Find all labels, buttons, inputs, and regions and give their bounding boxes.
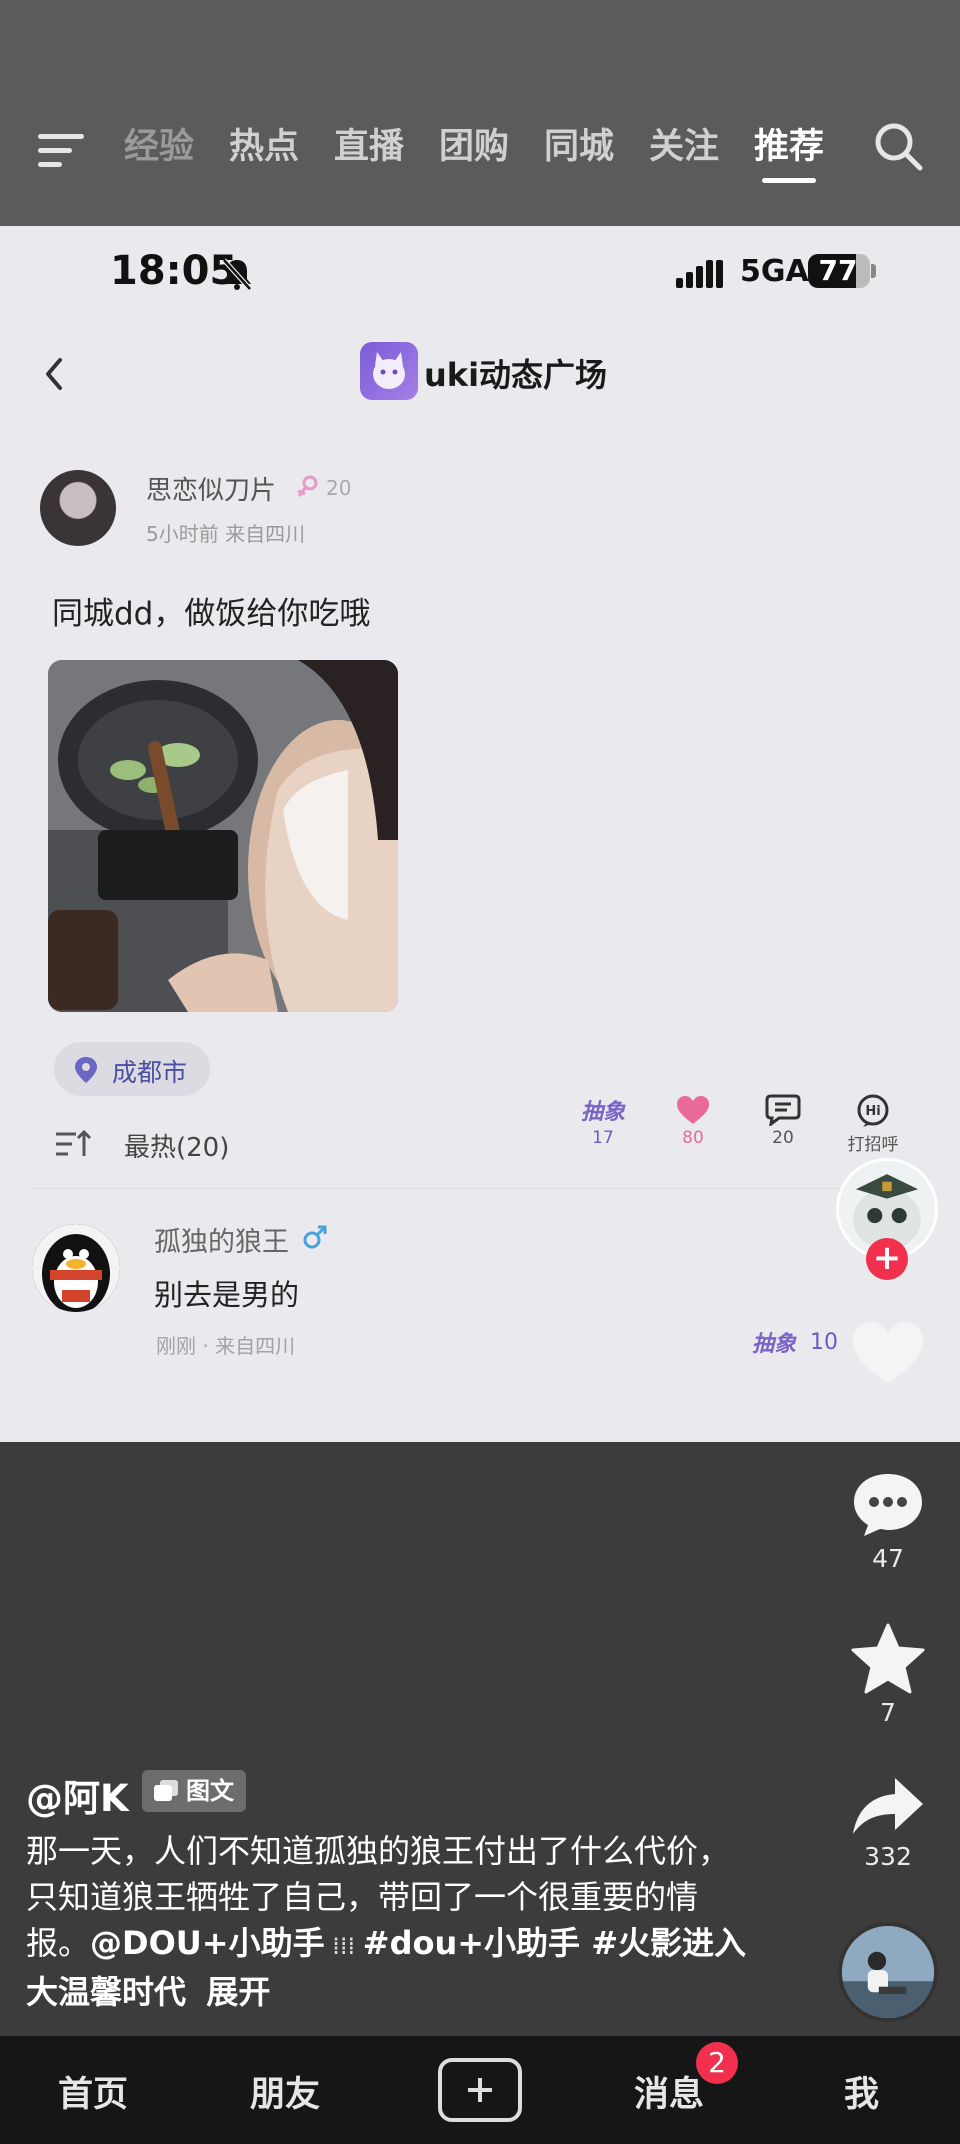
page-title: uki动态广场 <box>424 356 608 394</box>
caption-text: 那一天，人们不知道孤独的狼王付出了什么代价，只知道狼王牺牲了自己，带回了一个很重… <box>26 1832 747 2011</box>
caption-mention[interactable]: @DOU+小助手 <box>90 1924 325 1962</box>
tab-live[interactable]: 直播 <box>334 112 439 182</box>
hi-bubble-icon: Hi <box>857 1094 889 1127</box>
caption-author[interactable]: @阿K <box>26 1768 129 1822</box>
search-icon[interactable] <box>872 120 926 174</box>
commenter-avatar[interactable] <box>32 1224 120 1312</box>
abstract-count: 17 <box>592 1128 614 1148</box>
location-text: 成都市 <box>112 1058 188 1087</box>
status-bar: 18:05 5GA 77 <box>0 244 960 304</box>
create-plus-button[interactable] <box>438 2058 522 2122</box>
comment-action[interactable]: 47 <box>836 1470 940 1573</box>
favorite-action[interactable]: 7 <box>836 1622 940 1727</box>
comment-bubble-icon <box>765 1094 801 1126</box>
greet-stat[interactable]: Hi 打招呼 <box>838 1094 908 1155</box>
location-pin-icon <box>75 1057 97 1083</box>
comment-icon <box>854 1474 922 1536</box>
top-header: 经验 热点 直播 团购 同城 关注 推荐 <box>0 0 960 226</box>
post-image-screenshot: 18:05 5GA 77 uki动态广场 思恋似刀片 20 5小时前 来自四川 … <box>0 226 960 1442</box>
location-tag[interactable]: 成都市 <box>54 1042 210 1096</box>
tab-experience[interactable]: 经验 <box>124 112 229 182</box>
comment-text: 别去是男的 <box>154 1278 300 1312</box>
image-text-badge: 图文 <box>142 1770 246 1812</box>
favorite-count: 7 <box>880 1698 896 1727</box>
image-text-icon <box>154 1780 178 1801</box>
tab-hot[interactable]: 热点 <box>229 112 334 182</box>
author-avatar[interactable] <box>40 470 116 546</box>
heart-icon <box>853 1322 923 1384</box>
tab-group-buy[interactable]: 团购 <box>439 112 544 182</box>
bell-off-icon <box>222 258 252 291</box>
abstract-stat[interactable]: 抽象 17 <box>568 1094 638 1148</box>
feed-tabs: 经验 热点 直播 团购 同城 关注 推荐 <box>124 112 859 183</box>
like-count: 133 <box>864 1392 912 1421</box>
share-arrow-icon <box>853 1778 923 1834</box>
like-stat[interactable]: 80 <box>658 1094 728 1148</box>
network-label: 5GA <box>740 254 809 289</box>
svg-text:Hi: Hi <box>865 1104 880 1119</box>
nav-home[interactable]: 首页 <box>58 2066 128 2117</box>
bottom-nav: 首页 朋友 消息 2 我 <box>0 2036 960 2144</box>
author-age: 20 <box>326 476 352 500</box>
abstract-label: 抽象 <box>580 1099 625 1125</box>
comment-abstract-count: 10 <box>810 1330 838 1355</box>
back-chevron-icon[interactable] <box>40 354 70 394</box>
comment-meta: 刚刚 · 来自四川 <box>156 1334 296 1358</box>
music-disc-avatar[interactable] <box>838 1922 938 2022</box>
star-icon <box>851 1623 925 1694</box>
page-header: uki动态广场 <box>0 338 960 408</box>
post-meta: 5小时前 来自四川 <box>146 522 306 546</box>
tab-nearby[interactable]: 同城 <box>544 112 649 182</box>
like-count: 80 <box>682 1128 704 1148</box>
comment-stat[interactable]: 20 <box>748 1094 818 1148</box>
top-nav: 经验 热点 直播 团购 同城 关注 推荐 <box>0 112 960 183</box>
app-logo-icon <box>360 342 418 400</box>
messages-badge: 2 <box>696 2042 738 2084</box>
like-action[interactable]: 133 <box>836 1318 940 1421</box>
nav-friends[interactable]: 朋友 <box>250 2066 320 2117</box>
comment-count: 20 <box>772 1128 794 1148</box>
sort-label[interactable]: 最热(20) <box>124 1127 229 1164</box>
menu-icon[interactable] <box>38 128 88 167</box>
commenter-name[interactable]: 孤独的狼王 <box>154 1220 289 1259</box>
divider <box>30 1188 850 1189</box>
share-action[interactable]: 332 <box>836 1774 940 1871</box>
nav-messages[interactable]: 消息 <box>634 2066 704 2117</box>
heart-icon <box>677 1096 709 1124</box>
tab-following[interactable]: 关注 <box>649 112 754 182</box>
tab-recommended[interactable]: 推荐 <box>754 112 859 183</box>
follow-button[interactable]: + <box>866 1238 908 1280</box>
signal-icon <box>676 260 723 288</box>
post-text: 同城dd，做饭给你吃哦 <box>52 596 371 632</box>
greet-label: 打招呼 <box>847 1135 899 1155</box>
comment-abstract-label[interactable]: 抽象 <box>752 1326 796 1358</box>
battery-indicator: 77 <box>808 254 876 288</box>
expand-link[interactable]: 展开 <box>206 1973 270 2011</box>
post-photo[interactable] <box>48 660 398 1012</box>
female-icon <box>297 475 318 497</box>
status-time: 18:05 <box>110 248 238 294</box>
share-count: 332 <box>864 1842 912 1871</box>
comment-count: 47 <box>872 1544 904 1573</box>
male-icon <box>303 1225 327 1249</box>
author-name[interactable]: 思恋似刀片 <box>146 470 276 507</box>
nav-me[interactable]: 我 <box>844 2066 879 2117</box>
sort-icon[interactable] <box>54 1128 92 1160</box>
